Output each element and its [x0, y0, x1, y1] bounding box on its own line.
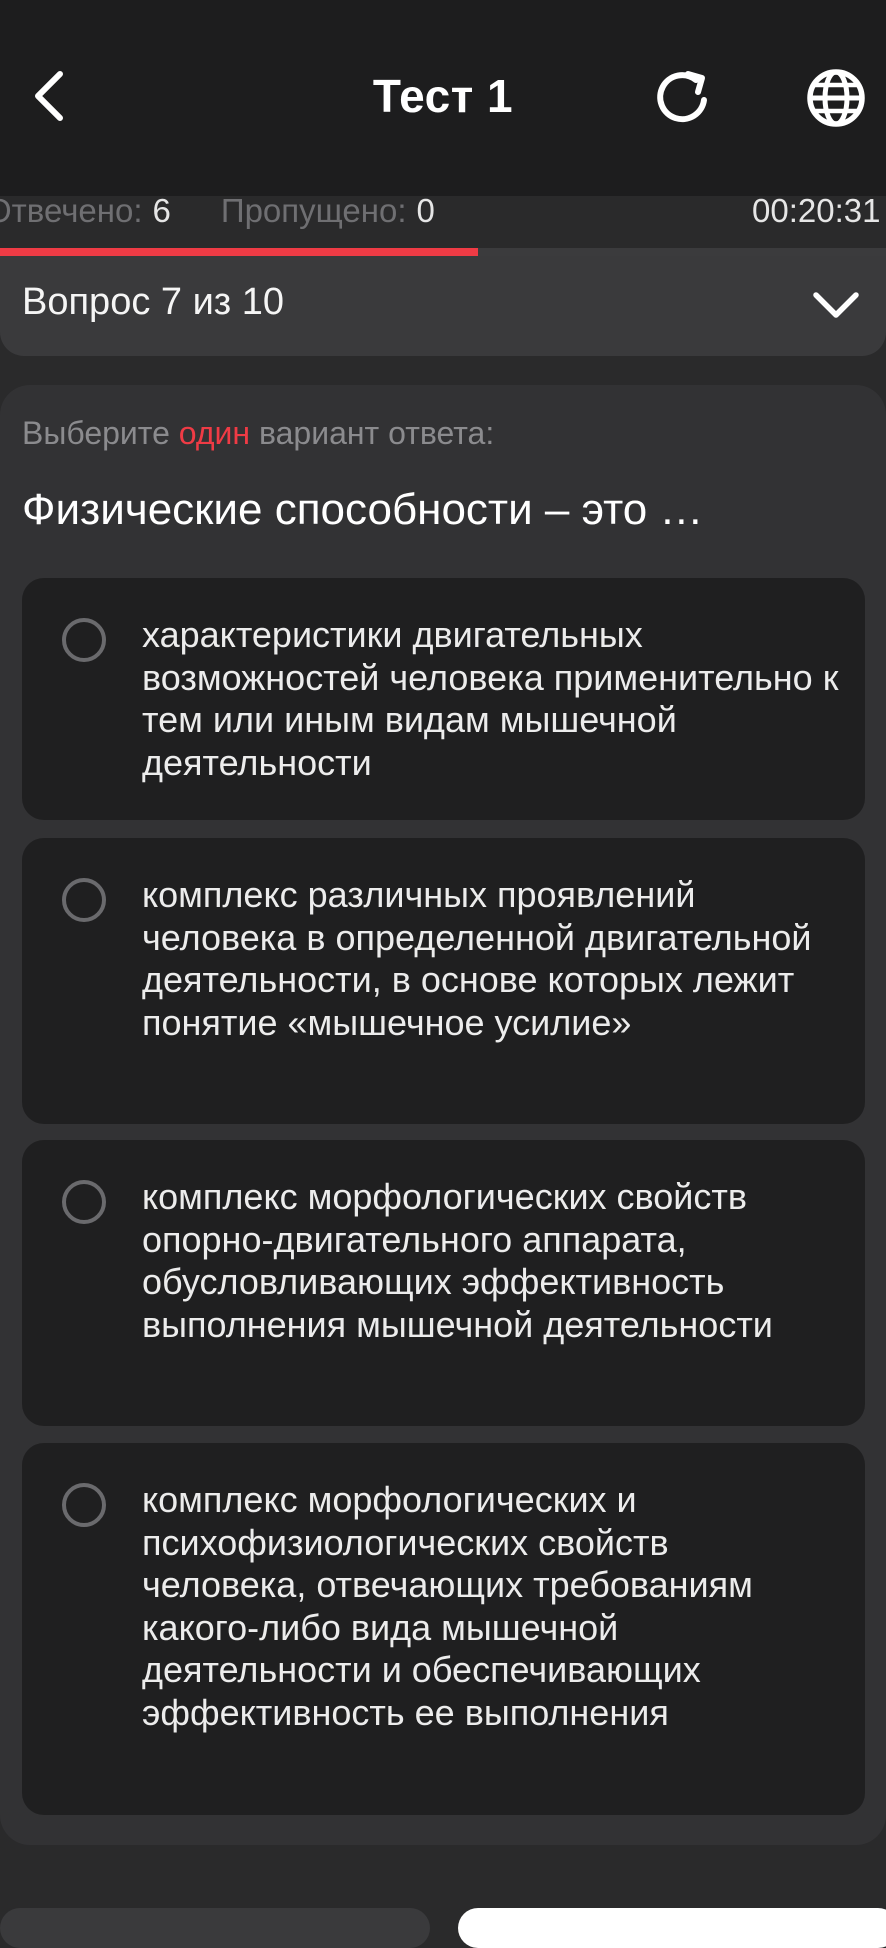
instruction-accent: один	[178, 415, 251, 451]
progress-bar	[0, 248, 886, 256]
chevron-left-icon	[35, 71, 63, 121]
answer-option-text: комплекс морфологических свойств опорно-…	[142, 1176, 773, 1345]
answered-count: 6	[152, 192, 171, 229]
answered-label: Отвечено:	[0, 192, 143, 229]
timer: 00:20:31	[752, 192, 881, 229]
globe-icon	[807, 69, 865, 127]
answer-option-1[interactable]: характеристики двигательных возможностей…	[22, 578, 865, 820]
answer-option-4[interactable]: комплекс морфологических и психофизиолог…	[22, 1443, 865, 1815]
question-counter: Вопрос 7 из 10	[22, 281, 285, 323]
back-button[interactable]	[22, 60, 78, 132]
chevron-down-icon	[810, 280, 862, 332]
secondary-button[interactable]	[0, 1908, 430, 1948]
top-bar	[0, 0, 886, 196]
answer-option-text: характеристики двигательных возможностей…	[142, 614, 839, 783]
question-text: Физические способности – это …	[22, 485, 704, 534]
language-button[interactable]	[800, 62, 872, 134]
answer-option-text: комплекс морфологических и психофизиолог…	[142, 1479, 753, 1733]
answer-stats: Отвечено: 6 Пропущено: 0	[0, 184, 435, 238]
refresh-icon	[657, 71, 707, 123]
answer-option-text: комплекс различных проявлений человека в…	[142, 874, 812, 1043]
primary-button[interactable]	[458, 1908, 886, 1948]
answer-option-2[interactable]: комплекс различных проявлений человека в…	[22, 838, 865, 1124]
answer-option-3[interactable]: комплекс морфологических свойств опорно-…	[22, 1140, 865, 1426]
progress-fill	[0, 248, 479, 256]
radio-icon[interactable]	[62, 618, 106, 662]
skipped-label: Пропущено:	[220, 192, 407, 229]
radio-icon[interactable]	[62, 878, 106, 922]
reload-button[interactable]	[648, 62, 720, 134]
radio-icon[interactable]	[62, 1180, 106, 1224]
question-selector[interactable]: Вопрос 7 из 10	[0, 256, 886, 356]
radio-icon[interactable]	[62, 1483, 106, 1527]
answer-instruction: Выберите один вариант ответа:	[22, 415, 495, 451]
skipped-count: 0	[416, 192, 435, 229]
